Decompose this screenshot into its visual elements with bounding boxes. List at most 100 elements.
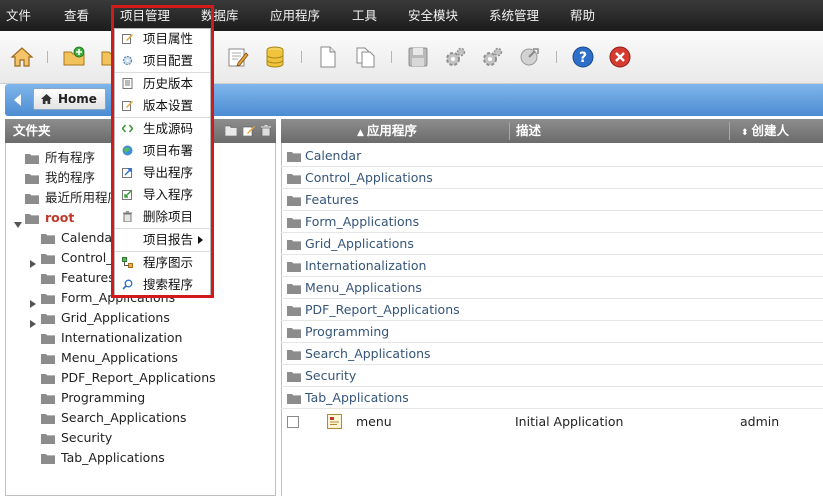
folder-name[interactable]: Programming <box>305 321 389 343</box>
close-icon[interactable] <box>608 45 632 69</box>
tree-item[interactable]: 我的程序 <box>25 168 95 188</box>
tree-item[interactable]: Internationalization <box>41 328 182 348</box>
sort-up-icon: ▲ <box>357 128 364 138</box>
save-icon[interactable] <box>406 45 430 69</box>
folder-name[interactable]: Tab_Applications <box>305 387 409 409</box>
rename-folder-icon[interactable] <box>243 125 255 136</box>
add-project-icon[interactable] <box>62 45 86 69</box>
tree-item-label: Internationalization <box>61 330 183 345</box>
tree-item-label: Tab_Applications <box>61 450 165 465</box>
folder-name[interactable]: Search_Applications <box>305 343 431 365</box>
tree-item[interactable]: Grid_Applications <box>30 308 170 328</box>
tree-item-label: Features <box>61 270 115 285</box>
new-folder-icon[interactable] <box>225 125 237 136</box>
folder-panel-title: 文件夹 <box>13 123 51 138</box>
tree-item[interactable]: Security <box>41 428 112 448</box>
folder-row[interactable]: PDF_Report_Applications <box>281 299 823 321</box>
folder-row[interactable]: Security <box>281 365 823 387</box>
home-button[interactable]: Home <box>33 88 106 110</box>
generate-icon[interactable] <box>480 45 504 69</box>
home-label: Home <box>58 92 97 106</box>
new-document-icon[interactable] <box>316 45 340 69</box>
tree-item[interactable]: Calendar <box>41 228 117 248</box>
folder-row[interactable]: Control_Applications <box>281 167 823 189</box>
tree-item-label: root <box>45 210 75 225</box>
tree-item[interactable]: Tab_Applications <box>41 448 165 468</box>
toolbar-separator <box>47 51 48 63</box>
folder-row[interactable]: Calendar <box>281 145 823 167</box>
menu-applications[interactable]: 应用程序 <box>270 0 320 31</box>
expand-down-icon[interactable] <box>14 214 22 228</box>
folder-row[interactable]: Grid_Applications <box>281 233 823 255</box>
tree-item-label: PDF_Report_Applications <box>61 370 216 385</box>
row-checkbox[interactable] <box>287 416 299 428</box>
tree-item[interactable]: Features <box>41 268 115 288</box>
menu-tools[interactable]: 工具 <box>352 0 377 31</box>
deploy-icon[interactable] <box>518 45 542 69</box>
column-creator[interactable]: ⬍ 创建人 <box>741 119 789 143</box>
tree-item[interactable]: root <box>14 208 75 228</box>
database-icon[interactable] <box>263 45 287 69</box>
column-divider <box>729 122 730 140</box>
folder-row[interactable]: Features <box>281 189 823 211</box>
edit-icon[interactable] <box>226 45 250 69</box>
tree-item-label: 所有程序 <box>45 150 96 165</box>
tree-item[interactable]: Programming <box>41 388 145 408</box>
folder-row[interactable]: Menu_Applications <box>281 277 823 299</box>
column-application[interactable]: ▲ 应用程序 <box>357 119 417 143</box>
folder-name[interactable]: Form_Applications <box>305 211 419 233</box>
menu-system[interactable]: 系统管理 <box>489 0 539 31</box>
tree-item[interactable]: 最近所用程序 <box>25 188 120 208</box>
tree-item-label: Security <box>61 430 113 445</box>
help-icon[interactable]: ? <box>571 45 595 69</box>
folder-name[interactable]: Security <box>305 365 356 387</box>
svg-text:?: ? <box>579 50 587 66</box>
delete-folder-icon[interactable] <box>260 125 272 136</box>
folder-name[interactable]: Internationalization <box>305 255 426 277</box>
column-description[interactable]: 描述 <box>516 119 541 143</box>
menu-security[interactable]: 安全模块 <box>408 0 458 31</box>
folder-row[interactable]: Search_Applications <box>281 343 823 365</box>
expand-right-icon[interactable] <box>30 314 36 328</box>
home-icon[interactable] <box>10 45 34 69</box>
folder-icon <box>287 174 301 184</box>
folder-name[interactable]: Calendar <box>305 145 361 167</box>
folder-name[interactable]: Menu_Applications <box>305 277 422 299</box>
toolbar-separator <box>301 51 302 63</box>
sort-both-icon: ⬍ <box>741 128 749 138</box>
folder-icon <box>287 394 301 404</box>
tree-item-label: Programming <box>61 390 146 405</box>
table-row[interactable]: menu Initial Application admin <box>281 409 823 435</box>
settings-icon[interactable] <box>443 45 467 69</box>
menu-help[interactable]: 帮助 <box>570 0 595 31</box>
copy-document-icon[interactable] <box>354 45 378 69</box>
app-creator: admin <box>740 414 780 429</box>
folder-row[interactable]: Internationalization <box>281 255 823 277</box>
tree-item[interactable]: PDF_Report_Applications <box>41 368 216 388</box>
app-name[interactable]: menu <box>356 409 392 435</box>
folder-icon <box>287 372 301 382</box>
folder-name[interactable]: Control_Applications <box>305 167 433 189</box>
expand-right-icon[interactable] <box>30 294 36 308</box>
tree-item[interactable]: Menu_Applications <box>41 348 178 368</box>
folder-row[interactable]: Programming <box>281 321 823 343</box>
tree-item-label: Calendar <box>61 230 118 245</box>
folder-row[interactable]: Form_Applications <box>281 211 823 233</box>
tree-item[interactable]: 所有程序 <box>25 148 95 168</box>
folder-name[interactable]: Grid_Applications <box>305 233 414 255</box>
app-description: Initial Application <box>515 414 624 429</box>
folder-name[interactable]: Features <box>305 189 359 211</box>
folder-icon <box>287 218 301 228</box>
folder-name[interactable]: PDF_Report_Applications <box>305 299 460 321</box>
menu-file[interactable]: 文件 <box>6 0 31 31</box>
column-divider <box>509 122 510 140</box>
back-arrow-icon[interactable] <box>9 90 27 110</box>
tree-item[interactable]: Search_Applications <box>41 408 187 428</box>
folder-row[interactable]: Tab_Applications <box>281 387 823 409</box>
tree-item-label: 最近所用程序 <box>45 190 121 205</box>
menu-view[interactable]: 查看 <box>64 0 89 31</box>
tree-item-label: Menu_Applications <box>61 350 178 365</box>
expand-right-icon[interactable] <box>30 254 36 268</box>
toolbar-separator <box>556 51 557 63</box>
folder-icon <box>287 306 301 316</box>
